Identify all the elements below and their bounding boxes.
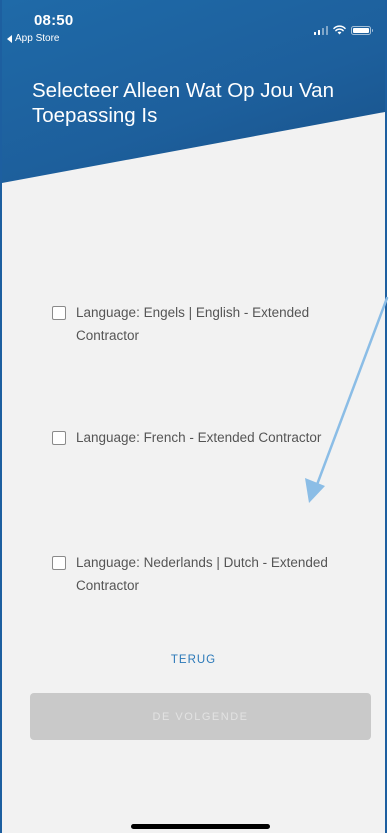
- checkbox[interactable]: [52, 556, 66, 570]
- status-icons: [313, 25, 373, 35]
- back-to-app-store-label: App Store: [15, 33, 60, 44]
- checkbox[interactable]: [52, 431, 66, 445]
- wifi-icon: [333, 25, 346, 35]
- back-to-app-store[interactable]: App Store: [7, 33, 59, 44]
- option-label: Language: Nederlands | Dutch - Extended …: [76, 555, 328, 593]
- checkbox[interactable]: [52, 306, 66, 320]
- option-dutch-extended-contractor[interactable]: Language: Nederlands | Dutch - Extended …: [52, 553, 362, 597]
- status-bar: 08:50 App Store: [2, 0, 385, 48]
- option-label: Language: Engels | English - Extended Co…: [76, 305, 310, 343]
- app-screen: 08:50 App Store Selecteer Alleen Wat Op …: [0, 0, 387, 833]
- status-time: 08:50: [34, 12, 74, 29]
- page-title: Selecteer Alleen Wat Op Jou Van Toepassi…: [32, 79, 334, 127]
- option-french-extended-contractor[interactable]: Language: French - Extended Contractor: [52, 428, 362, 449]
- next-button[interactable]: DE VOLGENDE: [30, 693, 371, 740]
- battery-icon: [351, 25, 373, 35]
- option-label: Language: French - Extended Contractor: [76, 430, 322, 445]
- cellular-signal-icon: [313, 25, 328, 35]
- option-english-extended-contractor[interactable]: Language: Engels | English - Extended Co…: [52, 303, 362, 347]
- back-button[interactable]: TERUG: [2, 654, 385, 666]
- back-arrow-icon: [7, 34, 12, 43]
- home-indicator: [131, 824, 270, 829]
